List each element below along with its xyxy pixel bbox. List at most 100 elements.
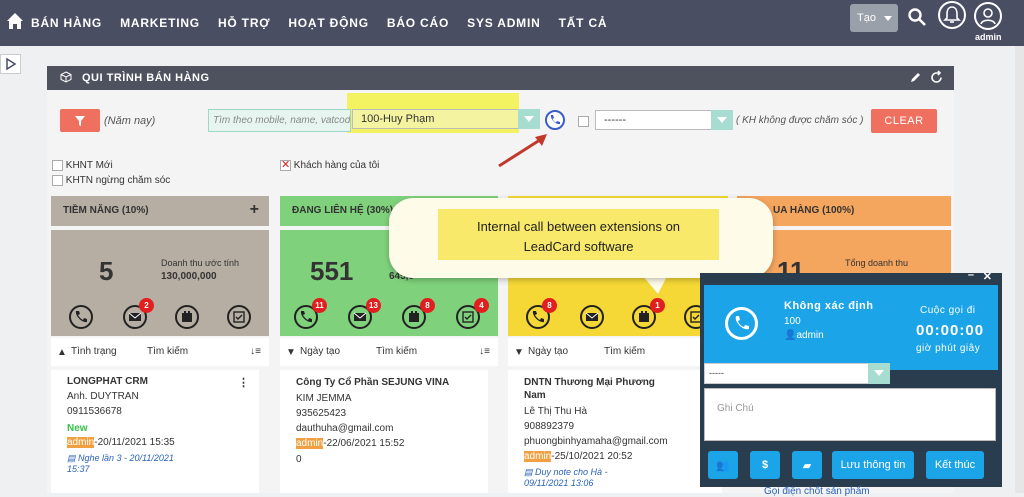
search-icon[interactable] xyxy=(907,7,927,30)
arrow-icon xyxy=(498,134,547,168)
users-icon: 👥 xyxy=(716,460,730,472)
card-phone: 0911536678 xyxy=(67,406,122,417)
care-select-value: ------ xyxy=(604,114,626,126)
calendar-badge: 1 xyxy=(650,298,665,313)
annotation-line-2: LeadCard software xyxy=(523,239,634,254)
bell-icon[interactable] xyxy=(938,1,966,29)
edit-icon[interactable] xyxy=(909,71,922,87)
sort-field[interactable]: Ngày tạo xyxy=(300,346,340,357)
calendar-icon[interactable] xyxy=(175,305,199,329)
page-scrollbar[interactable] xyxy=(1015,46,1024,493)
checkbox-label: KHTN ngừng chăm sóc xyxy=(65,175,171,187)
sort-order-icon[interactable]: ↓≡ xyxy=(250,346,261,357)
dollar-icon: $ xyxy=(761,459,769,471)
call-note-input[interactable]: Ghi Chú xyxy=(704,388,996,441)
home-icon[interactable] xyxy=(6,12,24,33)
card-title: DNTN Thương Mại Phương Nam xyxy=(524,377,655,401)
lead-card[interactable]: LONGPHAT CRM Anh. DUYTRAN 0911536678 New… xyxy=(51,370,259,493)
call-popup: – ✕ Không xác định 100 👤admin Cuộc gọi đ… xyxy=(700,269,1002,487)
money-button[interactable]: $ xyxy=(750,451,780,479)
calendar-badge: 8 xyxy=(420,298,435,313)
refresh-icon[interactable] xyxy=(929,70,944,88)
sort-up-icon[interactable]: ▲ xyxy=(57,347,67,358)
lead-card[interactable]: Công Ty Cổ Phần SEJUNG VINA KIM JEMMA 93… xyxy=(280,370,488,493)
employee-select[interactable]: 100-Huy Phạm xyxy=(352,109,540,129)
phone-icon[interactable] xyxy=(69,305,93,329)
folder-icon: ▰ xyxy=(802,460,812,472)
phone-badge: 11 xyxy=(312,298,327,313)
customer-search-input[interactable]: Tìm theo mobile, name, vatcod xyxy=(208,109,351,132)
call-info: Không xác định 100 👤admin Cuộc gọi đi 00… xyxy=(704,285,998,370)
bottom-peek-text: Gọi điện chốt sản phẩm xyxy=(764,486,870,497)
card-contact: Lê Thị Thu Hà xyxy=(524,406,588,417)
sidebar-toggle-button[interactable] xyxy=(0,54,21,74)
nav-item-sysadmin[interactable]: SYS ADMIN xyxy=(467,16,540,30)
sort-down-icon[interactable]: ▼ xyxy=(286,347,296,358)
save-info-button[interactable]: Lưu thông tin xyxy=(832,451,914,479)
call-popup-titlebar: – ✕ xyxy=(700,269,1002,285)
card-email: phuongbinhyamaha@gmail.com xyxy=(524,436,668,447)
checkbox[interactable] xyxy=(52,160,63,171)
card-status: New xyxy=(67,423,88,434)
panel-header: QUI TRÌNH BÁN HÀNG xyxy=(47,66,954,90)
card-note-time: 09/11/2021 13:06 xyxy=(524,478,594,488)
call-user: admin xyxy=(796,330,824,341)
call-result-select[interactable]: ----- xyxy=(704,363,890,384)
sort-bar: ▼ Ngày tạo Tìm kiếm xyxy=(508,338,728,366)
caller-name: Không xác định xyxy=(784,300,874,312)
revenue-value: 130,000,000 xyxy=(161,271,217,282)
mail-badge: 13 xyxy=(366,298,381,313)
nav-item-all[interactable]: TẤT CẢ xyxy=(559,16,608,30)
close-icon[interactable]: ✕ xyxy=(983,270,992,283)
task-icon[interactable] xyxy=(227,305,251,329)
checked-x-icon[interactable]: ✕ xyxy=(280,160,291,171)
column-search-input[interactable]: Tìm kiếm xyxy=(604,346,645,357)
nav-item-activity[interactable]: HOẠT ĐỘNG xyxy=(288,16,369,30)
stage-count: 5 xyxy=(99,256,114,286)
more-icon[interactable]: ⋮ xyxy=(238,376,249,389)
sort-order-icon[interactable]: ↓≡ xyxy=(479,346,490,357)
care-checkbox[interactable] xyxy=(578,116,589,127)
user-avatar-icon[interactable] xyxy=(974,2,1002,30)
clear-button[interactable]: CLEAR xyxy=(871,109,937,133)
call-timer: 00:00:00 xyxy=(916,322,985,339)
filter-my-customers[interactable]: ✕ Khách hàng của tôi xyxy=(280,160,379,171)
filter-button[interactable] xyxy=(60,109,100,132)
contacts-button[interactable]: 👥 xyxy=(708,451,738,479)
end-call-button[interactable]: Kết thúc xyxy=(926,451,984,479)
internal-call-button[interactable] xyxy=(545,110,565,130)
create-button[interactable]: Tạo xyxy=(850,4,898,32)
sort-bar: ▲ Tình trạng Tìm kiếm ↓≡ xyxy=(51,338,269,366)
chevron-down-icon xyxy=(518,109,540,129)
calendar-icon: ▤ xyxy=(524,467,536,477)
filter-kh-stop[interactable]: KHTN ngừng chăm sóc xyxy=(52,175,170,186)
sort-down-icon[interactable]: ▼ xyxy=(514,347,524,358)
column-search-input[interactable]: Tìm kiếm xyxy=(376,346,417,357)
folder-button[interactable]: ▰ xyxy=(792,451,822,479)
lead-card[interactable]: DNTN Thương Mại Phương Nam Lê Thị Thu Hà… xyxy=(508,370,722,493)
nav-item-sales[interactable]: BÁN HÀNG xyxy=(31,16,102,30)
nav-item-marketing[interactable]: MARKETING xyxy=(120,16,200,30)
column-search-input[interactable]: Tìm kiếm xyxy=(147,346,188,357)
stage-stats: 5 Doanh thu ước tính 130,000,000 2 xyxy=(51,230,269,336)
panel-title: QUI TRÌNH BÁN HÀNG xyxy=(82,72,210,84)
revenue-label: Tổng doanh thu xyxy=(845,258,909,268)
mail-icon[interactable] xyxy=(580,305,604,329)
sort-field[interactable]: Ngày tạo xyxy=(528,346,568,357)
plus-icon[interactable]: + xyxy=(250,201,259,219)
call-status: Cuộc gọi đi xyxy=(920,305,976,316)
care-hint: ( KH không được chăm sóc ) xyxy=(736,115,864,126)
card-email: dauthuha@gmail.com xyxy=(296,423,394,434)
card-phone: 935625423 xyxy=(296,408,347,419)
cube-icon xyxy=(60,71,72,86)
minimize-icon[interactable]: – xyxy=(968,269,974,281)
card-date: -22/06/2021 15:52 xyxy=(323,438,405,449)
sort-field[interactable]: Tình trạng xyxy=(71,346,117,357)
checkbox[interactable] xyxy=(52,175,63,186)
nav-item-support[interactable]: HỖ TRỢ xyxy=(218,16,270,30)
filter-kh-new[interactable]: KHNT Mới xyxy=(52,160,113,171)
care-select[interactable]: ------ xyxy=(595,110,733,130)
nav-item-report[interactable]: BÁO CÁO xyxy=(387,16,449,30)
annotation-line-1: Internal call between extensions on xyxy=(476,219,681,234)
employee-select-value: 100-Huy Phạm xyxy=(361,113,435,125)
